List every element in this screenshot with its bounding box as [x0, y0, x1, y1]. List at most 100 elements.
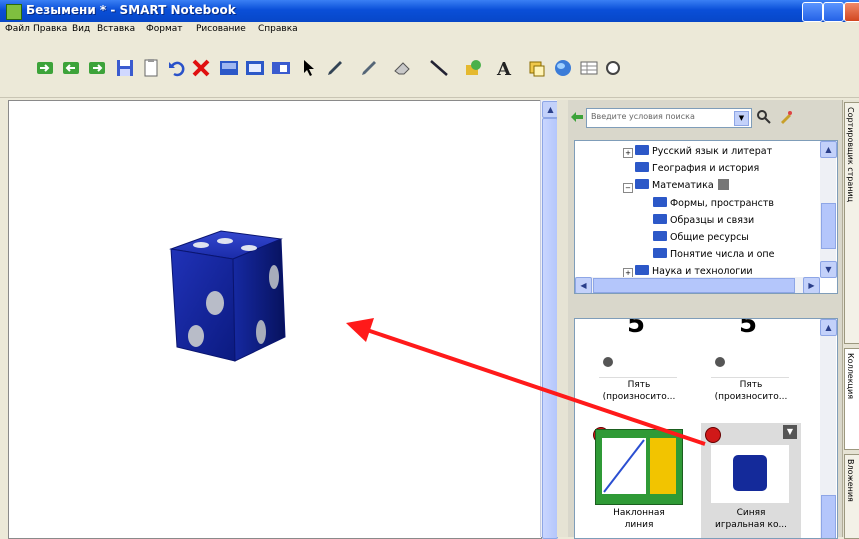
- tree-expander[interactable]: +: [623, 148, 633, 158]
- menu-help[interactable]: Справка: [258, 24, 298, 34]
- tree-scroll-up[interactable]: ▲: [820, 141, 837, 158]
- tree-scroll-right[interactable]: ▶: [803, 277, 820, 293]
- tab-page-sorter[interactable]: Сортировщик страниц: [844, 102, 859, 344]
- shape-icon[interactable]: [462, 57, 484, 79]
- next-page-icon[interactable]: [86, 57, 108, 79]
- tree-item[interactable]: Понятие числа и опе: [653, 248, 774, 260]
- blue-dice-image[interactable]: [161, 219, 321, 379]
- menu-insert[interactable]: Вставка: [97, 24, 135, 34]
- tree-item[interactable]: География и история: [635, 162, 759, 174]
- tree-scroll-thumb[interactable]: [821, 203, 836, 249]
- paste-icon[interactable]: [140, 57, 162, 79]
- folder-icon: [635, 162, 649, 172]
- canvas-scrollbar[interactable]: ▲: [540, 100, 559, 539]
- svg-text:A: A: [496, 59, 512, 79]
- search-icon[interactable]: [756, 109, 772, 125]
- gallery-item-label: (произносито...: [714, 392, 788, 402]
- gallery-item-label: Пять: [627, 380, 651, 390]
- tree-hscroll-thumb[interactable]: [593, 278, 795, 293]
- tree-item[interactable]: Образцы и связи: [653, 214, 754, 226]
- fill-icon[interactable]: [526, 57, 548, 79]
- gallery-item[interactable]: 5 Пять (произносито...: [701, 319, 801, 419]
- gallery-scroll-thumb[interactable]: [821, 495, 836, 538]
- gallery-item-label: Синяя: [736, 508, 766, 518]
- line-icon[interactable]: [428, 57, 450, 79]
- gallery-panel: Введите условия поиска ▼ + Русский язык …: [568, 100, 842, 539]
- item-menu-button[interactable]: ▼: [783, 425, 797, 439]
- folder-icon: [635, 179, 649, 189]
- screen-shade-icon[interactable]: [218, 57, 240, 79]
- tree-hscroll[interactable]: ◀ ▶: [575, 277, 820, 293]
- menu-bar: Файл Правка Вид Вставка Формат Рисование…: [0, 22, 859, 39]
- search-dropdown-button[interactable]: ▼: [734, 111, 749, 126]
- gallery-item[interactable]: Наклонная линия: [589, 423, 689, 538]
- tree-item[interactable]: Общие ресурсы: [653, 231, 749, 243]
- tree-item[interactable]: Наука и технологии: [635, 265, 753, 277]
- sloped-line-thumbnail: [595, 429, 683, 505]
- gallery-item-label: Наклонная: [613, 508, 665, 518]
- close-button[interactable]: [844, 2, 859, 22]
- gallery-item-label: (произносито...: [602, 392, 676, 402]
- gallery-item[interactable]: ▼ Синяя игральная ко...: [701, 423, 801, 538]
- gallery-item-label: Пять: [739, 380, 763, 390]
- side-tabs: Сортировщик страниц Коллекция Вложения: [842, 100, 859, 539]
- folder-icon: [653, 248, 667, 258]
- capture-icon[interactable]: [270, 57, 292, 79]
- tree-scroll-down[interactable]: ▼: [820, 261, 837, 278]
- folder-icon: [653, 197, 667, 207]
- tree-item[interactable]: Математика: [635, 179, 729, 191]
- maximize-button[interactable]: [823, 2, 844, 22]
- folder-icon: [653, 231, 667, 241]
- creative-pen-icon[interactable]: [358, 57, 380, 79]
- pen-icon[interactable]: [324, 57, 346, 79]
- back-arrow-icon[interactable]: [570, 111, 584, 123]
- delete-icon[interactable]: [190, 57, 212, 79]
- select-icon[interactable]: [298, 57, 320, 79]
- more-icon[interactable]: [602, 57, 624, 79]
- gallery-thumbnail: 5: [599, 319, 677, 378]
- tree-vscroll[interactable]: ▲ ▼: [820, 141, 837, 278]
- minimize-button[interactable]: [802, 2, 823, 22]
- tree-scroll-left[interactable]: ◀: [575, 277, 592, 293]
- panel-splitter[interactable]: [557, 100, 568, 537]
- text-icon[interactable]: A: [494, 57, 516, 79]
- tree-expander[interactable]: −: [623, 183, 633, 193]
- full-screen-icon[interactable]: [244, 57, 266, 79]
- toolbar: A: [0, 39, 859, 98]
- dice-thumbnail: [711, 445, 789, 503]
- digit-five: 5: [627, 318, 646, 339]
- folder-icon: [653, 214, 667, 224]
- menu-file[interactable]: Файл: [5, 24, 30, 34]
- menu-edit[interactable]: Правка: [33, 24, 67, 34]
- gallery-settings-icon[interactable]: [778, 109, 794, 125]
- new-page-icon[interactable]: [34, 57, 56, 79]
- menu-view[interactable]: Вид: [72, 24, 90, 34]
- gallery-item[interactable]: 5 Пять (произносито...: [589, 319, 689, 419]
- window-title: Безымени * - SMART Notebook: [26, 3, 236, 17]
- prev-page-icon[interactable]: [60, 57, 82, 79]
- table-icon[interactable]: [578, 57, 600, 79]
- gallery-vscroll[interactable]: ▲: [820, 319, 837, 538]
- tree-item[interactable]: Русский язык и литерат: [635, 145, 772, 157]
- gallery-scroll-up[interactable]: ▲: [820, 319, 837, 336]
- tree-item[interactable]: Формы, пространств: [653, 197, 774, 209]
- menu-draw[interactable]: Рисование: [196, 24, 246, 34]
- app-icon: [6, 4, 22, 20]
- save-icon[interactable]: [114, 57, 136, 79]
- globe-icon[interactable]: [552, 57, 574, 79]
- search-input[interactable]: Введите условия поиска ▼: [586, 108, 752, 128]
- category-tree: + Русский язык и литерат География и ист…: [574, 140, 838, 294]
- tab-attachments[interactable]: Вложения: [844, 454, 859, 539]
- eraser-icon[interactable]: [392, 57, 414, 79]
- scroll-thumb[interactable]: [542, 118, 558, 539]
- undo-icon[interactable]: [166, 57, 188, 79]
- item-menu-icon[interactable]: [717, 179, 729, 190]
- gallery-item-label: линия: [624, 520, 654, 530]
- tab-gallery[interactable]: Коллекция: [844, 348, 859, 450]
- speaker-icon: [715, 357, 725, 367]
- menu-format[interactable]: Формат: [146, 24, 183, 34]
- whiteboard-canvas[interactable]: [8, 100, 542, 539]
- gallery-thumbnail: 5: [711, 319, 789, 378]
- search-placeholder: Введите условия поиска: [591, 112, 695, 121]
- speaker-icon: [603, 357, 613, 367]
